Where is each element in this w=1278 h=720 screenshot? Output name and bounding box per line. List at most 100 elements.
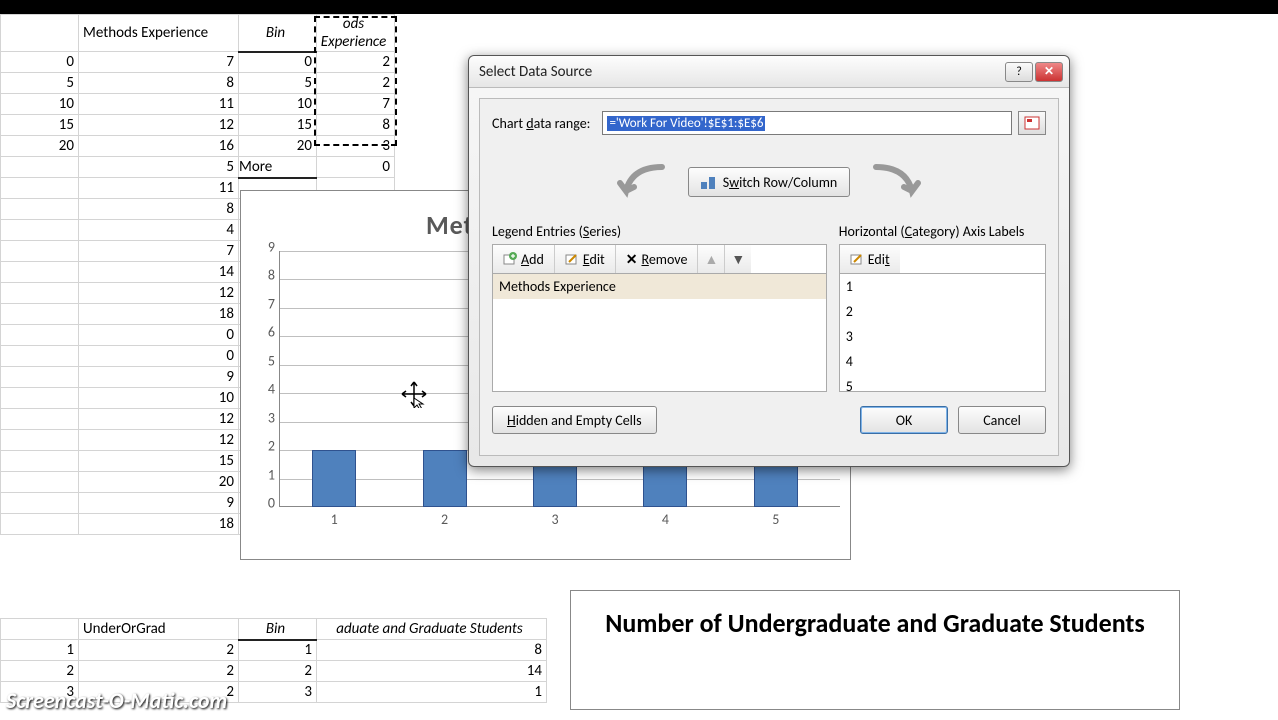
cell[interactable]: 14 <box>317 661 547 682</box>
cell[interactable]: 7 <box>317 94 395 115</box>
switch-row-column-button[interactable]: Switch Row/Column <box>688 167 851 197</box>
cell[interactable]: 2 <box>239 661 317 682</box>
cell[interactable] <box>1 367 79 388</box>
cell[interactable]: 8 <box>79 199 239 220</box>
cell[interactable]: 12 <box>79 430 239 451</box>
cell[interactable]: 10 <box>79 388 239 409</box>
cell[interactable] <box>1 472 79 493</box>
cell[interactable]: 7 <box>79 241 239 262</box>
cell[interactable]: 0 <box>1 52 79 73</box>
cell[interactable] <box>1 241 79 262</box>
cell[interactable]: 16 <box>79 136 239 157</box>
remove-series-button[interactable]: ✕ Remove <box>616 245 699 273</box>
cell[interactable] <box>1 430 79 451</box>
cell[interactable]: 9 <box>79 367 239 388</box>
edit-series-button[interactable]: Edit <box>555 245 616 273</box>
cell[interactable] <box>1 199 79 220</box>
range-label: Chart data range: <box>492 115 590 132</box>
chart-undergrad-grad[interactable]: Number of Undergraduate and Graduate Stu… <box>570 590 1180 710</box>
cell[interactable]: 11 <box>79 178 239 199</box>
cell[interactable]: 0 <box>79 346 239 367</box>
cell[interactable] <box>1 493 79 514</box>
cell[interactable]: 12 <box>79 409 239 430</box>
header[interactable]: Methods Experience <box>79 15 239 52</box>
cell[interactable]: 18 <box>79 304 239 325</box>
list-item[interactable]: 4 <box>840 349 1045 374</box>
cell[interactable]: 1 <box>239 640 317 661</box>
range-selector-button[interactable] <box>1018 111 1046 135</box>
axis-listbox[interactable]: 12345 <box>839 274 1046 392</box>
list-item[interactable]: 1 <box>840 274 1045 299</box>
header[interactable]: Bin <box>239 619 317 640</box>
cell[interactable]: 0 <box>239 52 317 73</box>
titlebar[interactable]: Select Data Source ? ✕ <box>469 56 1069 88</box>
header[interactable]: UnderOrGrad <box>79 619 239 640</box>
cell[interactable] <box>1 325 79 346</box>
cell[interactable]: 20 <box>1 136 79 157</box>
close-button[interactable]: ✕ <box>1035 62 1063 82</box>
cell[interactable] <box>1 15 79 52</box>
cell[interactable]: 12 <box>79 115 239 136</box>
cell[interactable]: 1 <box>1 640 79 661</box>
cancel-button[interactable]: Cancel <box>958 406 1046 434</box>
move-up-button[interactable]: ▲ <box>698 245 725 273</box>
cell[interactable]: 20 <box>79 472 239 493</box>
cell[interactable]: 2 <box>79 661 239 682</box>
cell[interactable]: 7 <box>79 52 239 73</box>
cell[interactable]: 0 <box>317 157 395 178</box>
cell[interactable] <box>1 304 79 325</box>
add-series-button[interactable]: Add <box>493 245 555 273</box>
cell[interactable]: 0 <box>79 325 239 346</box>
cell[interactable]: 5 <box>79 157 239 178</box>
cell[interactable] <box>1 178 79 199</box>
cell[interactable]: 8 <box>317 115 395 136</box>
cell[interactable]: More <box>239 157 317 178</box>
cell[interactable]: 12 <box>79 283 239 304</box>
cell[interactable]: 9 <box>79 493 239 514</box>
cell[interactable]: 5 <box>239 73 317 94</box>
cell[interactable]: 4 <box>79 220 239 241</box>
edit-axis-button[interactable]: Edit <box>840 245 900 273</box>
cell[interactable]: 18 <box>79 514 239 535</box>
cell[interactable] <box>1 262 79 283</box>
header[interactable]: aduate and Graduate Students <box>317 619 547 640</box>
move-down-button[interactable]: ▼ <box>725 245 751 273</box>
cell[interactable] <box>1 451 79 472</box>
cell[interactable]: 11 <box>79 94 239 115</box>
cell[interactable]: 5 <box>1 73 79 94</box>
cell[interactable] <box>1 220 79 241</box>
ok-button[interactable]: OK <box>860 406 948 434</box>
cell[interactable]: 2 <box>317 52 395 73</box>
list-item[interactable]: 5 <box>840 374 1045 392</box>
cell[interactable]: 15 <box>239 115 317 136</box>
cell[interactable] <box>1 283 79 304</box>
list-item[interactable]: 3 <box>840 324 1045 349</box>
chart-data-range-input[interactable]: ='Work For Video'!$E$1:$E$6 <box>602 111 1012 135</box>
cell[interactable] <box>1 157 79 178</box>
series-listbox[interactable]: Methods Experience <box>492 274 827 392</box>
cell[interactable] <box>1 388 79 409</box>
cell[interactable]: 20 <box>239 136 317 157</box>
cell[interactable]: 15 <box>79 451 239 472</box>
cell[interactable]: 3 <box>239 682 317 703</box>
cell[interactable]: 2 <box>79 640 239 661</box>
cell[interactable]: 14 <box>79 262 239 283</box>
cell[interactable]: 10 <box>239 94 317 115</box>
cell[interactable]: 8 <box>317 640 547 661</box>
list-item[interactable]: Methods Experience <box>493 274 826 299</box>
header[interactable]: Bin <box>239 15 317 52</box>
cell[interactable]: 1 <box>317 682 547 703</box>
cell[interactable]: 2 <box>317 73 395 94</box>
cell[interactable]: 10 <box>1 94 79 115</box>
header[interactable]: ods Experience <box>317 15 395 52</box>
cell[interactable]: 3 <box>317 136 395 157</box>
cell[interactable]: 2 <box>1 661 79 682</box>
cell[interactable] <box>1 346 79 367</box>
cell[interactable]: 8 <box>79 73 239 94</box>
cell[interactable] <box>1 409 79 430</box>
cell[interactable] <box>1 514 79 535</box>
help-button[interactable]: ? <box>1005 62 1033 82</box>
list-item[interactable]: 2 <box>840 299 1045 324</box>
hidden-empty-cells-button[interactable]: Hidden and Empty Cells <box>492 406 657 434</box>
cell[interactable]: 15 <box>1 115 79 136</box>
